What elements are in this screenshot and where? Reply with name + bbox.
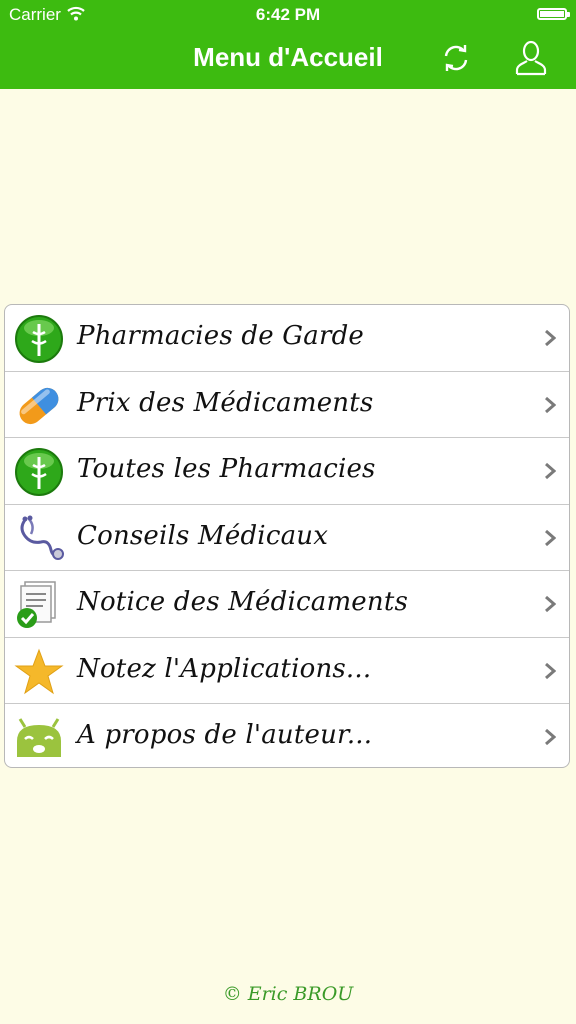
menu-item-conseils-medicaux[interactable]: Conseils Médicaux xyxy=(5,505,569,571)
menu-item-toutes-les-pharmacies[interactable]: Toutes les Pharmacies xyxy=(5,438,569,505)
chevron-right-icon xyxy=(545,396,556,413)
menu-item-a-propos-de-l-auteur[interactable]: A propos de l'auteur... xyxy=(5,704,569,767)
stethoscope-icon xyxy=(20,515,64,560)
menu-item-pharmacies-de-garde[interactable]: Pharmacies de Garde xyxy=(5,305,569,372)
pharmacy-icon xyxy=(15,315,63,363)
page-title: Menu d'Accueil xyxy=(193,42,383,72)
menu-item-label: Toutes les Pharmacies xyxy=(77,454,376,484)
chevron-right-icon xyxy=(545,662,556,679)
main-menu: Pharmacies de Garde Prix des Médicaments… xyxy=(4,304,570,768)
pharmacy-icon xyxy=(15,448,63,496)
menu-item-prix-des-medicaments[interactable]: Prix des Médicaments xyxy=(5,372,569,438)
star-icon xyxy=(14,648,64,694)
chevron-right-icon xyxy=(545,529,556,546)
chevron-right-icon xyxy=(545,728,556,746)
status-time: 6:42 PM xyxy=(255,5,321,24)
android-icon xyxy=(17,718,61,757)
menu-item-label: A propos de l'auteur... xyxy=(77,720,373,750)
document-check-icon xyxy=(17,581,56,628)
menu-item-notez-l-application[interactable]: Notez l'Applications... xyxy=(5,638,569,704)
navigation-bar: Carrier 6:42 PM Menu d'Accueil xyxy=(0,0,576,89)
battery-icon xyxy=(537,8,570,20)
chevron-right-icon xyxy=(545,329,556,347)
menu-item-label: Prix des Médicaments xyxy=(77,387,374,418)
chevron-right-icon xyxy=(545,595,556,613)
menu-item-label: Notice des Médicaments xyxy=(77,587,409,617)
menu-item-notice-des-medicaments[interactable]: Notice des Médicaments xyxy=(5,571,569,638)
menu-item-label: Notez l'Applications... xyxy=(77,653,372,684)
footer-copyright: © Eric BROU xyxy=(222,983,354,1005)
refresh-icon[interactable] xyxy=(441,42,471,74)
chevron-right-icon xyxy=(545,462,556,480)
pill-icon xyxy=(19,387,59,424)
menu-item-label: Pharmacies de Garde xyxy=(77,321,365,351)
user-icon[interactable] xyxy=(514,40,548,76)
menu-item-label: Conseils Médicaux xyxy=(77,520,329,551)
status-bar: Carrier 6:42 PM xyxy=(0,0,576,30)
